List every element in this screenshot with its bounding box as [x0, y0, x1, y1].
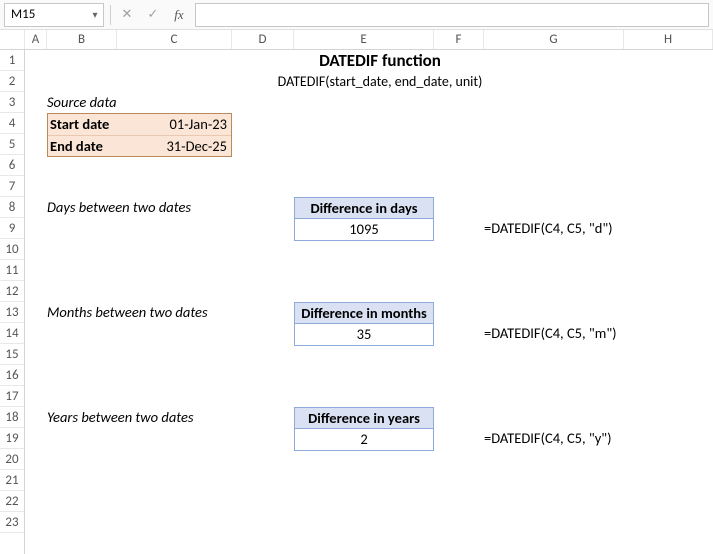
years-formula-text: =DATEDIF(C4, C5, "y")	[484, 428, 612, 449]
days-section-label: Days between two dates	[47, 197, 191, 218]
spreadsheet-grid[interactable]: DATEDIF function DATEDIF(start_date, end…	[25, 50, 713, 554]
page-title: DATEDIF function	[47, 50, 713, 71]
row-header-17[interactable]: 17	[0, 386, 24, 407]
name-box-input[interactable]	[5, 7, 87, 22]
row-header-23[interactable]: 23	[0, 512, 24, 533]
months-box-header: Difference in months	[295, 303, 433, 324]
row-header-20[interactable]: 20	[0, 449, 24, 470]
row-header-13[interactable]: 13	[0, 302, 24, 323]
days-formula-text: =DATEDIF(C4, C5, "d")	[484, 218, 613, 239]
row-headers: 1 2 3 4 5 6 7 8 9 10 11 12 13 14 15 16 1…	[0, 50, 25, 554]
days-box-value[interactable]: 1095	[295, 219, 433, 240]
start-date-value[interactable]: 01-Jan-23	[116, 114, 231, 135]
col-header-D[interactable]: D	[232, 30, 294, 49]
row-header-21[interactable]: 21	[0, 470, 24, 491]
row-header-12[interactable]: 12	[0, 281, 24, 302]
months-result-box: Difference in months 35	[294, 302, 434, 346]
years-result-box: Difference in years 2	[294, 407, 434, 451]
start-date-label: Start date	[48, 114, 116, 135]
name-box[interactable]: ▾	[4, 3, 104, 27]
cancel-icon[interactable]: ✕	[117, 4, 137, 26]
col-header-C[interactable]: C	[117, 30, 232, 49]
days-result-box: Difference in days 1095	[294, 197, 434, 241]
years-section-label: Years between two dates	[47, 407, 194, 428]
page-subtitle: DATEDIF(start_date, end_date, unit)	[47, 71, 713, 92]
col-header-B[interactable]: B	[47, 30, 117, 49]
end-date-value[interactable]: 31-Dec-25	[116, 136, 231, 156]
separator	[110, 5, 111, 25]
row-header-7[interactable]: 7	[0, 176, 24, 197]
row-header-10[interactable]: 10	[0, 239, 24, 260]
insert-function-button[interactable]: fx	[169, 4, 189, 26]
years-box-header: Difference in years	[295, 408, 433, 429]
row-header-11[interactable]: 11	[0, 260, 24, 281]
col-header-F[interactable]: F	[434, 30, 484, 49]
months-box-value[interactable]: 35	[295, 324, 433, 345]
years-box-value[interactable]: 2	[295, 429, 433, 450]
col-header-A[interactable]: A	[25, 30, 47, 49]
enter-icon[interactable]: ✓	[143, 4, 163, 26]
col-header-E[interactable]: E	[294, 30, 434, 49]
formula-bar: ▾ ✕ ✓ fx	[0, 0, 713, 30]
days-box-header: Difference in days	[295, 198, 433, 219]
row-header-19[interactable]: 19	[0, 428, 24, 449]
row-header-2[interactable]: 2	[0, 71, 24, 92]
row-header-16[interactable]: 16	[0, 365, 24, 386]
name-box-dropdown-icon[interactable]: ▾	[87, 8, 103, 21]
row-header-22[interactable]: 22	[0, 491, 24, 512]
months-section-label: Months between two dates	[47, 302, 208, 323]
row-header-4[interactable]: 4	[0, 113, 24, 134]
row-header-18[interactable]: 18	[0, 407, 24, 428]
row-header-8[interactable]: 8	[0, 197, 24, 218]
row-header-1[interactable]: 1	[0, 50, 24, 71]
formula-input[interactable]	[195, 3, 709, 27]
row-header-9[interactable]: 9	[0, 218, 24, 239]
end-date-label: End date	[48, 136, 116, 156]
months-formula-text: =DATEDIF(C4, C5, "m")	[484, 323, 617, 344]
row-header-6[interactable]: 6	[0, 155, 24, 176]
source-data-label: Source data	[47, 92, 117, 113]
select-all-corner[interactable]	[0, 30, 25, 49]
row-header-3[interactable]: 3	[0, 92, 24, 113]
row-header-14[interactable]: 14	[0, 323, 24, 344]
col-header-G[interactable]: G	[484, 30, 624, 49]
row-header-15[interactable]: 15	[0, 344, 24, 365]
col-header-H[interactable]: H	[624, 30, 713, 49]
row-header-5[interactable]: 5	[0, 134, 24, 155]
source-data-box: Start date 01-Jan-23 End date 31-Dec-25	[47, 113, 232, 157]
column-headers: A B C D E F G H	[0, 30, 713, 50]
